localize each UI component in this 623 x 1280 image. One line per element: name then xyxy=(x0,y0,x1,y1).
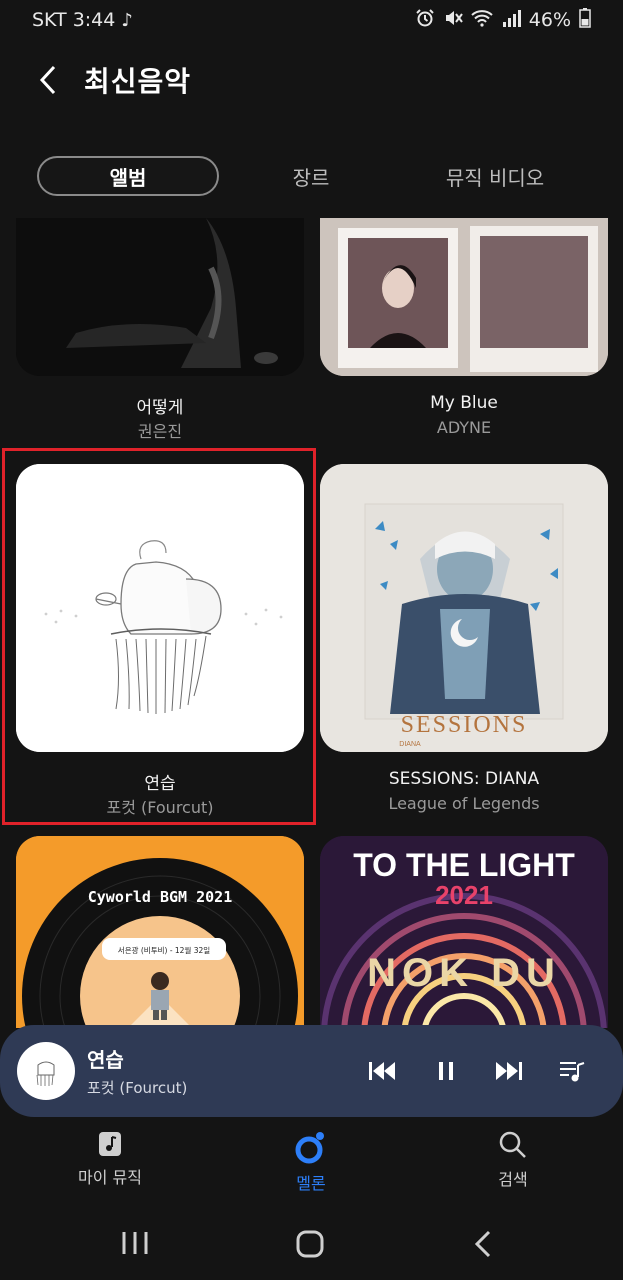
recent-apps-icon xyxy=(122,1232,148,1254)
selection-highlight xyxy=(2,448,316,825)
recent-apps-button[interactable] xyxy=(120,1230,150,1260)
album-card[interactable]: Cyworld BGM 2021 서은광 (비투비) - 12월 32일 xyxy=(16,836,304,1028)
now-playing-artist[interactable]: 포컷 (Fourcut) xyxy=(87,1077,337,1098)
tab-music-video[interactable]: 뮤직 비디오 xyxy=(410,156,580,196)
album-title: SESSIONS: DIANA xyxy=(388,769,540,789)
status-bar: SKT 3:44 ♪ 46% xyxy=(0,0,623,40)
skip-previous-icon xyxy=(369,1062,395,1080)
album-card[interactable]: TO THE LIGHT 2021 NOK DU xyxy=(320,836,608,1028)
nav-my-music[interactable]: 마이 뮤직 xyxy=(40,1130,180,1188)
album-artist: League of Legends xyxy=(388,794,540,813)
cover-logo: NOK DU xyxy=(367,951,561,995)
back-button[interactable] xyxy=(20,52,76,108)
nav-melon[interactable]: 멜론 xyxy=(241,1130,381,1194)
chevron-left-icon xyxy=(39,65,56,95)
cover-year: 2021 xyxy=(435,880,493,910)
album-cover[interactable] xyxy=(16,218,304,376)
album-cover[interactable]: SESSIONS DIANA xyxy=(320,464,608,752)
playlist-icon xyxy=(560,1062,585,1082)
album-title: My Blue xyxy=(430,393,498,413)
album-card[interactable]: 어떻게 권은진 xyxy=(16,218,304,441)
now-playing-title[interactable]: 연습 xyxy=(87,1044,337,1073)
alarm-icon xyxy=(415,8,435,33)
tab-genre[interactable]: 장르 xyxy=(262,156,360,196)
tab-album[interactable]: 앨범 xyxy=(37,156,219,196)
album-card[interactable]: SESSIONS DIANA SESSIONS: DIANA League of… xyxy=(320,464,608,813)
playlist-button[interactable] xyxy=(556,1055,588,1087)
back-icon xyxy=(474,1230,491,1258)
home-button[interactable] xyxy=(296,1230,324,1262)
cover-text: TO THE LIGHT xyxy=(353,847,575,883)
album-cover[interactable]: Cyworld BGM 2021 서은광 (비투비) - 12월 32일 xyxy=(16,836,304,1028)
now-playing-art[interactable] xyxy=(17,1042,75,1100)
system-back-button[interactable] xyxy=(472,1230,494,1262)
mute-icon xyxy=(443,8,463,33)
mini-player[interactable]: 연습 포컷 (Fourcut) xyxy=(0,1025,623,1117)
sessions-sub: DIANA xyxy=(399,741,421,748)
cover-text: Cyworld BGM 2021 xyxy=(88,888,233,906)
music-note-icon: ♪ xyxy=(121,9,133,31)
page-title: 최신음악 xyxy=(84,65,192,98)
nav-label: 검색 xyxy=(498,1170,528,1189)
nav-search[interactable]: 검색 xyxy=(443,1130,583,1190)
battery-icon xyxy=(579,7,591,33)
app-header: 최신음악 xyxy=(0,52,623,108)
next-button[interactable] xyxy=(493,1055,525,1087)
home-icon xyxy=(296,1230,324,1258)
album-card[interactable]: My Blue ADYNE xyxy=(320,218,608,437)
nav-label: 멜론 xyxy=(296,1174,326,1193)
album-title: 어떻게 xyxy=(136,398,184,418)
album-artist: 권은진 xyxy=(137,422,183,441)
music-note-box-icon xyxy=(99,1132,121,1156)
bottom-nav: 마이 뮤직 멜론 검색 xyxy=(0,1120,623,1210)
pause-button[interactable] xyxy=(430,1055,462,1087)
wifi-icon xyxy=(471,8,493,33)
skip-next-icon xyxy=(496,1062,522,1080)
pause-icon xyxy=(439,1062,453,1080)
system-nav-bar xyxy=(0,1210,623,1280)
signal-icon xyxy=(501,8,521,33)
album-cover[interactable] xyxy=(320,218,608,376)
carrier-time: SKT 3:44 xyxy=(32,9,116,31)
tab-bar: 앨범 장르 뮤직 비디오 xyxy=(0,155,623,197)
nav-label: 마이 뮤직 xyxy=(78,1168,142,1187)
album-cover[interactable]: TO THE LIGHT 2021 NOK DU xyxy=(320,836,608,1028)
cover-subtext: 서은광 (비투비) - 12월 32일 xyxy=(118,945,210,955)
search-icon xyxy=(499,1131,526,1158)
melon-logo-icon xyxy=(295,1132,324,1164)
battery-percent: 46% xyxy=(528,9,571,31)
album-artist: ADYNE xyxy=(436,418,492,437)
sessions-logo: SESSIONS xyxy=(401,712,528,738)
previous-button[interactable] xyxy=(366,1055,398,1087)
